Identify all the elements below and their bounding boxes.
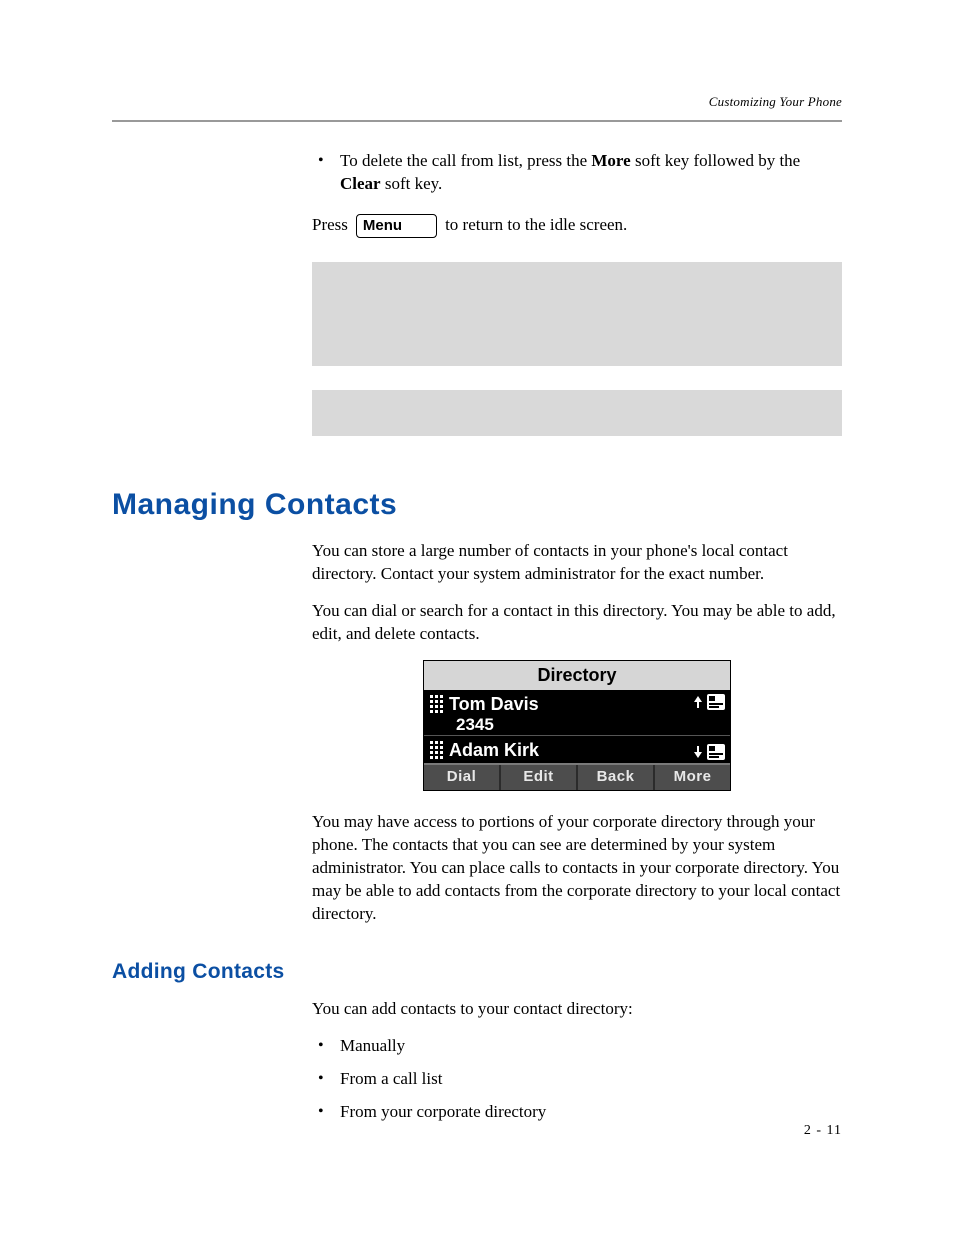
adding-intro-block: You can add contacts to your contact dir… (312, 998, 842, 1124)
list-item-text: From a call list (340, 1069, 442, 1088)
text-prefix: To delete the call from list, press the (340, 151, 591, 170)
contact-name: Adam Kirk (449, 738, 539, 762)
page-number: 2 - 11 (804, 1123, 842, 1139)
more-softkey-name: More (591, 151, 630, 170)
card-icon (706, 693, 726, 711)
press-before-text: Press (312, 214, 348, 237)
arrow-up-icon (692, 694, 704, 710)
scroll-up-group (692, 693, 728, 711)
menu-key-illustration: Menu (356, 214, 437, 238)
list-item-text: From your corporate directory (340, 1102, 546, 1121)
press-after-text: to return to the idle screen. (445, 214, 627, 237)
arrow-down-icon (692, 744, 704, 760)
softkey-edit: Edit (499, 765, 576, 790)
row-separator (424, 735, 730, 736)
text-suffix: soft key. (381, 174, 443, 193)
boxes-gap (312, 366, 842, 390)
directory-row: Adam Kirk (424, 737, 730, 762)
keypad-icon (430, 695, 443, 713)
press-menu-line: Press Menu to return to the idle screen. (312, 214, 842, 238)
content-column: To delete the call from list, press the … (112, 150, 842, 1136)
scroll-down-group (692, 743, 728, 761)
add-methods-list: Manually From a call list From your corp… (312, 1035, 842, 1124)
list-item: From your corporate directory (312, 1101, 842, 1124)
softkey-more: More (653, 765, 730, 790)
page: Customizing Your Phone To delete the cal… (0, 0, 954, 1235)
directory-illustration: Directory Tom Davis 2345 Adam Kirk (423, 660, 731, 792)
paragraph: You can store a large number of contacts… (312, 540, 842, 586)
card-icon (706, 743, 726, 761)
list-item: From a call list (312, 1068, 842, 1091)
softkey-back: Back (576, 765, 653, 790)
directory-title: Directory (424, 661, 730, 691)
paragraph: You can dial or search for a contact in … (312, 600, 842, 646)
delete-bullet-list: To delete the call from list, press the … (312, 150, 842, 196)
header-rule (112, 120, 842, 122)
running-header: Customizing Your Phone (709, 94, 842, 110)
paragraph: You can add contacts to your contact dir… (312, 998, 842, 1021)
directory-row: Tom Davis (424, 691, 730, 716)
clear-softkey-name: Clear (340, 174, 381, 193)
contact-number: 2345 (424, 716, 730, 734)
menu-key-label: Menu (363, 217, 402, 235)
list-item-text: Manually (340, 1036, 405, 1055)
softkey-dial: Dial (424, 765, 499, 790)
softkey-row: Dial Edit Back More (424, 763, 730, 790)
heading-managing-contacts: Managing Contacts (112, 488, 842, 522)
scroll-icons-column (692, 693, 728, 761)
note-placeholder-box (312, 262, 842, 366)
managing-intro-block: You can store a large number of contacts… (312, 540, 842, 926)
note-placeholder-box (312, 390, 842, 436)
contact-name: Tom Davis (449, 692, 539, 716)
text-mid: soft key followed by the (631, 151, 801, 170)
directory-list: Tom Davis 2345 Adam Kirk (424, 691, 730, 763)
delete-bullet-item: To delete the call from list, press the … (312, 150, 842, 196)
list-item: Manually (312, 1035, 842, 1058)
paragraph: You may have access to portions of your … (312, 811, 842, 926)
intro-indent-block: To delete the call from list, press the … (312, 150, 842, 436)
keypad-icon (430, 741, 443, 759)
heading-adding-contacts: Adding Contacts (112, 960, 842, 984)
